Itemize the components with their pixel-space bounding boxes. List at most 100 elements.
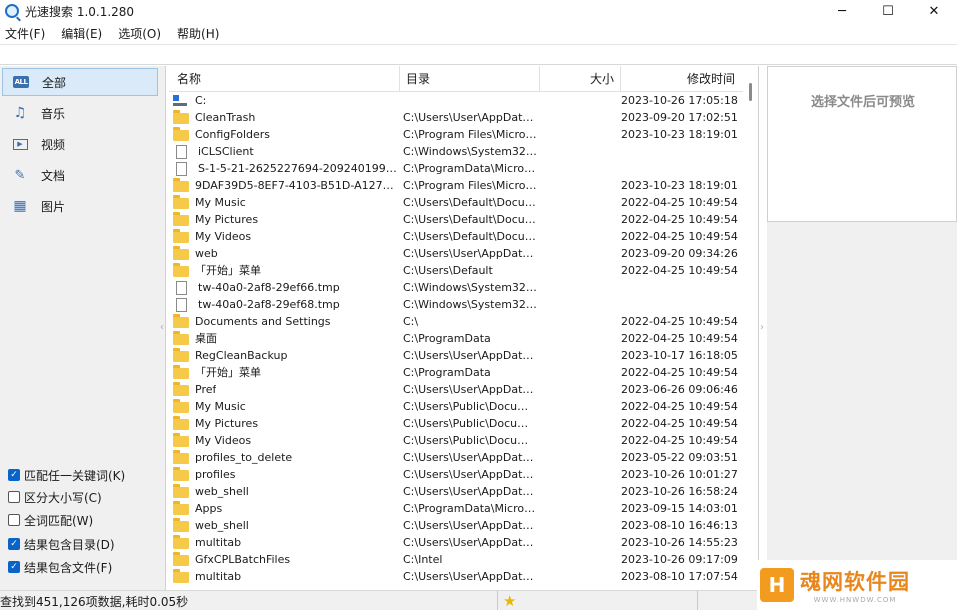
category-music[interactable]: ♫ 音乐 xyxy=(2,99,158,127)
category-video[interactable]: ▶ 视频 xyxy=(2,130,158,158)
scrollbar-thumb[interactable] xyxy=(749,83,752,101)
checkbox-checked-icon[interactable]: ✓ xyxy=(8,561,20,573)
file-name: Documents and Settings xyxy=(195,315,331,328)
maximize-button[interactable]: ☐ xyxy=(865,0,911,22)
table-row[interactable]: Apps C:\ProgramData\Microso... 2023-09-15 … xyxy=(169,500,743,517)
table-row[interactable]: RegCleanBackup C:\Users\User\AppData\... 2… xyxy=(169,347,743,364)
table-row[interactable]: multitab C:\Users\User\AppData\... 2023-08… xyxy=(169,568,743,585)
file-icon xyxy=(176,280,187,295)
table-row[interactable]: 9DAF39D5-8EF7-4103-B51D-A12748C... C:\Pro… xyxy=(169,177,743,194)
option-label: 全词匹配(W) xyxy=(24,513,94,528)
cell-directory: C:\Users\User\AppData\... xyxy=(403,349,537,362)
category-document[interactable]: ✎ 文档 xyxy=(2,161,158,189)
table-row[interactable]: 桌面 C:\ProgramData 2022-04-25 10:49:54 xyxy=(169,330,743,347)
star-icon[interactable]: ★ xyxy=(503,592,516,610)
category-picture[interactable]: ▦ 图片 xyxy=(2,192,158,220)
file-name: multitab xyxy=(195,570,242,583)
cell-name: tw-40a0-2af8-29ef66.tmp xyxy=(173,279,398,296)
folder-icon xyxy=(173,501,189,515)
menu-edit[interactable]: 编辑(E) xyxy=(56,25,109,42)
file-name: 「开始」菜单 xyxy=(195,264,261,277)
menu-options[interactable]: 选项(O) xyxy=(113,25,168,42)
option-include-directories[interactable]: ✓ 结果包含目录(D) xyxy=(8,535,115,553)
cell-modified: 2023-10-17 16:18:05 xyxy=(621,349,738,362)
table-row[interactable]: web_shell C:\Users\User\AppData\... 2023-1… xyxy=(169,483,743,500)
title-bar: 光速搜索 1.0.1.280 ─ ☐ ✕ xyxy=(0,0,957,22)
column-header-modified[interactable]: 修改时间 xyxy=(621,66,743,92)
cell-name: C: xyxy=(173,92,398,109)
table-row[interactable]: tw-40a0-2af8-29ef68.tmp C:\Windows\System… xyxy=(169,296,743,313)
file-name: tw-40a0-2af8-29ef68.tmp xyxy=(198,298,340,311)
table-row[interactable]: Pref C:\Users\User\AppData\... 2023-06-26 … xyxy=(169,381,743,398)
minimize-button[interactable]: ─ xyxy=(819,0,865,22)
table-row[interactable]: My Videos C:\Users\Default\Docum... 2022-0… xyxy=(169,228,743,245)
cell-name: ConfigFolders xyxy=(173,126,398,143)
file-name: web_shell xyxy=(195,519,249,532)
close-button[interactable]: ✕ xyxy=(911,0,957,22)
option-case-sensitive[interactable]: 区分大小写(C) xyxy=(8,488,102,506)
table-row[interactable]: ConfigFolders C:\Program Files\Microso...… xyxy=(169,126,743,143)
cell-name: RegCleanBackup xyxy=(173,347,398,364)
search-bar-area[interactable] xyxy=(0,45,957,65)
collapse-right-icon[interactable]: › xyxy=(760,322,764,333)
picture-icon: ▦ xyxy=(13,198,27,214)
option-whole-word[interactable]: 全词匹配(W) xyxy=(8,511,93,529)
folder-icon xyxy=(173,127,189,141)
table-row[interactable]: web_shell C:\Users\User\AppData\... 2023-0… xyxy=(169,517,743,534)
table-row[interactable]: 「开始」菜单 C:\Users\Default 2022-04-25 10:49:5… xyxy=(169,262,743,279)
folder-icon xyxy=(173,518,189,532)
document-icon: ✎ xyxy=(14,167,26,183)
menu-file[interactable]: 文件(F) xyxy=(0,25,52,42)
folder-icon xyxy=(173,569,189,583)
option-label: 结果包含文件(F) xyxy=(24,560,113,575)
table-row[interactable]: web C:\Users\User\AppData\... 2023-09-20 0… xyxy=(169,245,743,262)
table-row[interactable]: Documents and Settings C:\ 2022-04-25 10:4… xyxy=(169,313,743,330)
table-row[interactable]: tw-40a0-2af8-29ef66.tmp C:\Windows\System… xyxy=(169,279,743,296)
menu-help[interactable]: 帮助(H) xyxy=(172,25,226,42)
table-row[interactable]: 「开始」菜单 C:\ProgramData 2022-04-25 10:49:54 xyxy=(169,364,743,381)
table-row[interactable]: My Music C:\Users\Default\Docum... 2022-04… xyxy=(169,194,743,211)
cell-directory: C:\Users\User\AppData\... xyxy=(403,536,537,549)
table-row[interactable]: S-1-5-21-2625227694-2092401993-42... C:\P… xyxy=(169,160,743,177)
vertical-scrollbar[interactable] xyxy=(743,66,758,590)
file-name: web xyxy=(195,247,218,260)
collapse-left-icon[interactable]: ‹ xyxy=(160,322,164,333)
checkbox-unchecked-icon[interactable] xyxy=(8,491,20,503)
cell-name: 9DAF39D5-8EF7-4103-B51D-A12748C... xyxy=(173,177,398,194)
column-header-name[interactable]: 名称 xyxy=(169,66,400,92)
table-row[interactable]: multitab C:\Users\User\AppData\... 2023-10… xyxy=(169,534,743,551)
table-row[interactable]: profiles_to_delete C:\Users\User\AppData\… xyxy=(169,449,743,466)
column-header-size[interactable]: 大小 xyxy=(540,66,621,92)
category-label: 文档 xyxy=(41,168,66,183)
table-row[interactable]: C: 2023-10-26 17:05:18 xyxy=(169,92,743,109)
table-row[interactable]: profiles C:\Users\User\AppData\... 2023-10… xyxy=(169,466,743,483)
table-row[interactable]: CleanTrash C:\Users\User\AppData\... 2023-… xyxy=(169,109,743,126)
checkbox-checked-icon[interactable]: ✓ xyxy=(8,469,20,481)
cell-name: My Pictures xyxy=(173,415,398,432)
category-label: 图片 xyxy=(41,199,66,214)
file-name: C: xyxy=(195,94,207,107)
table-row[interactable]: My Pictures C:\Users\Public\Documents 2022… xyxy=(169,415,743,432)
cell-directory: C:\Users\User\AppData\... xyxy=(403,247,537,260)
table-row[interactable]: My Videos C:\Users\Public\Documents 2022-0… xyxy=(169,432,743,449)
file-name: web_shell xyxy=(195,485,249,498)
option-include-files[interactable]: ✓ 结果包含文件(F) xyxy=(8,558,112,576)
category-all[interactable]: ALL 全部 xyxy=(2,68,158,96)
cell-directory: C:\Users\Default\Docum... xyxy=(403,196,537,209)
option-label: 匹配任一关键词(K) xyxy=(24,468,126,483)
checkbox-checked-icon[interactable]: ✓ xyxy=(8,538,20,550)
cell-name: Documents and Settings xyxy=(173,313,398,330)
table-row[interactable]: My Music C:\Users\Public\Documents 2022-04… xyxy=(169,398,743,415)
folder-icon xyxy=(173,450,189,464)
file-name: My Pictures xyxy=(195,417,259,430)
table-row[interactable]: GfxCPLBatchFiles C:\Intel 2023-10-26 09:17… xyxy=(169,551,743,568)
column-header-directory[interactable]: 目录 xyxy=(400,66,540,92)
checkbox-unchecked-icon[interactable] xyxy=(8,514,20,526)
file-name: My Videos xyxy=(195,434,252,447)
table-row[interactable]: My Pictures C:\Users\Default\Docum... 2022… xyxy=(169,211,743,228)
cell-directory: C:\Users\Default\Docum... xyxy=(403,213,537,226)
cell-directory: C:\Users\Public\Documents xyxy=(403,434,537,447)
table-row[interactable]: iCLSClient C:\Windows\System32\d... xyxy=(169,143,743,160)
option-match-any-keyword[interactable]: ✓ 匹配任一关键词(K) xyxy=(8,466,125,484)
category-label: 视频 xyxy=(41,137,66,152)
